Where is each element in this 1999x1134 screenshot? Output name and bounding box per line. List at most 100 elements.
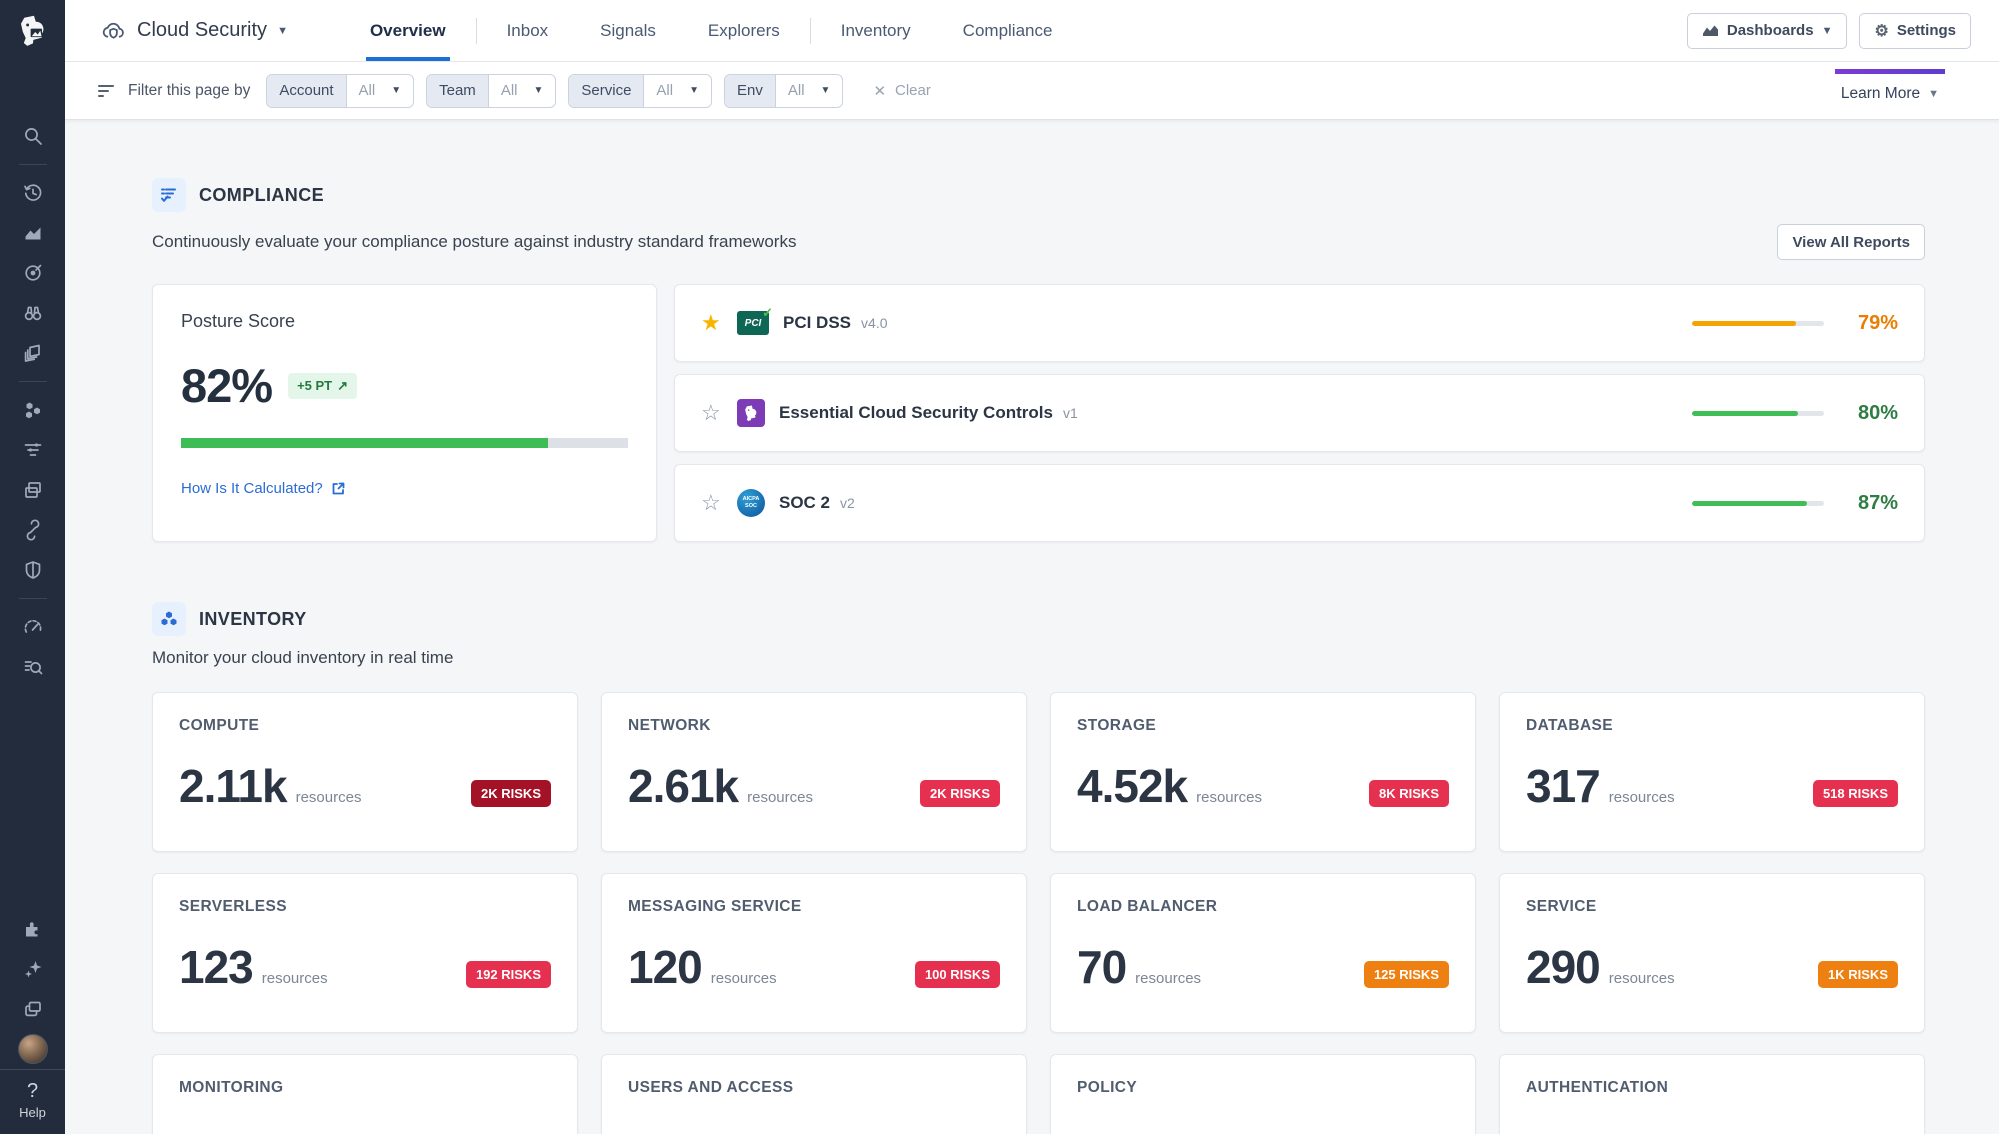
log-filter-icon[interactable] (13, 430, 53, 470)
inventory-card[interactable]: LOAD BALANCER 70 resources 125 RISKS (1050, 873, 1476, 1033)
dashboards-button[interactable]: Dashboards ▼ (1687, 13, 1848, 49)
tab-explorers[interactable]: Explorers (682, 0, 806, 61)
how-calculated-link[interactable]: How Is It Calculated? (181, 480, 628, 497)
watchdog-binoculars-icon[interactable] (13, 293, 53, 333)
tab-compliance[interactable]: Compliance (937, 0, 1079, 61)
learn-more-button[interactable]: Learn More ▼ (1841, 79, 1939, 103)
inventory-card[interactable]: STORAGE 4.52k resources 8K RISKS (1050, 692, 1476, 852)
learn-more-label: Learn More (1841, 85, 1920, 103)
inventory-card[interactable]: SERVICE 290 resources 1K RISKS (1499, 873, 1925, 1033)
inventory-card[interactable]: SERVERLESS 123 resources 192 RISKS (152, 873, 578, 1033)
framework-progress-fill (1692, 411, 1798, 416)
filter-service[interactable]: Service All▼ (568, 74, 712, 108)
inventory-card[interactable]: COMPUTE 2.11k resources 2K RISKS (152, 692, 578, 852)
inventory-card[interactable]: AUTHENTICATION (1499, 1054, 1925, 1134)
cloud-security-icon (100, 17, 127, 44)
filter-service-name: Service (569, 75, 644, 107)
risk-count-badge[interactable]: 100 RISKS (915, 961, 1000, 988)
risk-count-badge[interactable]: 192 RISKS (466, 961, 551, 988)
inventory-card-count: 317 (1526, 759, 1600, 813)
chevron-down-icon: ▼ (1822, 25, 1833, 37)
copy-workspaces-icon[interactable] (13, 989, 53, 1029)
filter-team[interactable]: Team All▼ (426, 74, 556, 108)
inventory-card-unit: resources (1609, 789, 1675, 806)
inventory-card-count: 123 (179, 940, 253, 994)
framework-score: 80% (1846, 402, 1898, 425)
risk-count-badge[interactable]: 2K RISKS (920, 780, 1000, 807)
hexagons-icon[interactable] (13, 390, 53, 430)
filter-account-name: Account (267, 75, 346, 107)
datadog-logo[interactable] (0, 0, 65, 62)
posture-progress-fill (181, 438, 548, 448)
posture-score-title: Posture Score (181, 311, 628, 332)
rail-divider (19, 598, 47, 599)
inventory-title: INVENTORY (199, 609, 307, 630)
filter-account[interactable]: Account All▼ (266, 74, 414, 108)
help-button[interactable]: ? Help (0, 1069, 65, 1134)
help-label: Help (19, 1105, 46, 1120)
inventory-card-title: MESSAGING SERVICE (628, 898, 1000, 916)
view-all-reports-button[interactable]: View All Reports (1777, 224, 1925, 260)
product-switcher[interactable]: Cloud Security ▼ (100, 17, 288, 44)
star-icon[interactable]: ☆ (701, 402, 727, 424)
inventory-card[interactable]: NETWORK 2.61k resources 2K RISKS (601, 692, 1027, 852)
filter-env[interactable]: Env All▼ (724, 74, 843, 108)
tab-signals[interactable]: Signals (574, 0, 682, 61)
risk-count-badge[interactable]: 125 RISKS (1364, 961, 1449, 988)
framework-row[interactable]: ☆ AICPASOC SOC 2 v2 87% (674, 464, 1925, 542)
metrics-chart-icon[interactable] (13, 213, 53, 253)
inventory-card-title: NETWORK (628, 717, 1000, 735)
clear-filters-button[interactable]: ✕ Clear (873, 82, 930, 100)
chevron-down-icon: ▼ (277, 25, 288, 37)
chevron-down-icon: ▼ (391, 85, 401, 96)
inventory-card[interactable]: POLICY (1050, 1054, 1476, 1134)
framework-logo: AICPASOC (737, 489, 765, 517)
filter-service-value: All (656, 82, 673, 99)
top-header: Cloud Security ▼ Overview Inbox Signals … (65, 0, 1999, 62)
inventory-card[interactable]: DATABASE 317 resources 518 RISKS (1499, 692, 1925, 852)
tab-divider (476, 18, 477, 44)
posture-score-value: 82% (181, 358, 272, 413)
history-icon[interactable] (13, 173, 53, 213)
rail-divider (19, 381, 47, 382)
star-icon[interactable]: ★ (701, 312, 727, 334)
inventory-card-unit: resources (1609, 970, 1675, 987)
framework-progress-fill (1692, 501, 1807, 506)
filter-icon (98, 85, 114, 97)
gear-icon: ⚙ (1874, 21, 1888, 41)
risk-count-badge[interactable]: 1K RISKS (1818, 961, 1898, 988)
windows-rum-icon[interactable] (13, 470, 53, 510)
tab-inventory[interactable]: Inventory (815, 0, 937, 61)
inventory-card-title: LOAD BALANCER (1077, 898, 1449, 916)
framework-name: SOC 2 (779, 493, 830, 513)
puzzle-integrations-icon[interactable] (13, 909, 53, 949)
risk-count-badge[interactable]: 518 RISKS (1813, 780, 1898, 807)
settings-button[interactable]: ⚙ Settings (1859, 13, 1971, 49)
framework-score: 79% (1846, 312, 1898, 335)
trend-up-icon: ↗ (337, 378, 348, 394)
inventory-card[interactable]: MONITORING (152, 1054, 578, 1134)
compliance-checklist-icon (152, 178, 186, 212)
settings-label: Settings (1897, 22, 1956, 39)
layers-icon[interactable] (13, 333, 53, 373)
star-icon[interactable]: ☆ (701, 492, 727, 514)
link-icon[interactable] (13, 510, 53, 550)
tab-overview[interactable]: Overview (344, 0, 472, 61)
audit-search-icon[interactable] (13, 647, 53, 687)
inventory-card-unit: resources (1196, 789, 1262, 806)
user-avatar[interactable] (13, 1029, 53, 1069)
risk-count-badge[interactable]: 8K RISKS (1369, 780, 1449, 807)
inventory-card[interactable]: MESSAGING SERVICE 120 resources 100 RISK… (601, 873, 1027, 1033)
sparkles-icon[interactable] (13, 949, 53, 989)
framework-row[interactable]: ☆ Essential Cloud Security Controls v1 8… (674, 374, 1925, 452)
gauge-icon[interactable] (13, 607, 53, 647)
inventory-card[interactable]: USERS AND ACCESS (601, 1054, 1027, 1134)
security-shield-icon[interactable] (13, 550, 53, 590)
risk-count-badge[interactable]: 2K RISKS (471, 780, 551, 807)
close-icon: ✕ (873, 82, 886, 100)
framework-row[interactable]: ★ PCI✓ PCI DSS v4.0 79% (674, 284, 1925, 362)
tab-inbox[interactable]: Inbox (481, 0, 575, 61)
monitors-target-icon[interactable] (13, 253, 53, 293)
search-icon[interactable] (13, 116, 53, 156)
framework-logo: PCI✓ (737, 311, 769, 335)
